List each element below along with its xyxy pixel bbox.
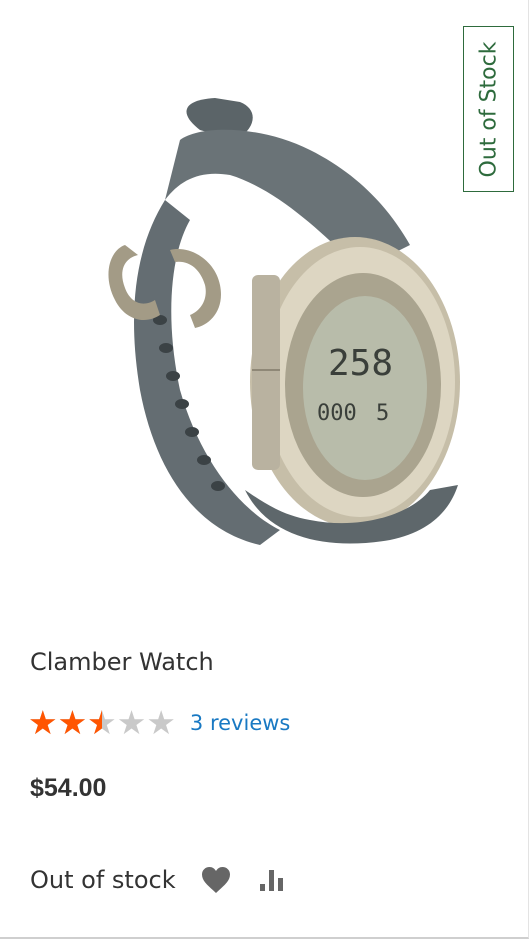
stars-fill: ★★★★★	[28, 705, 102, 741]
heart-icon[interactable]	[198, 862, 234, 898]
rating-stars: ★★★★★ ★★★★★	[28, 705, 176, 741]
svg-text:000: 000	[317, 401, 357, 426]
wishlist-heart-glyph	[201, 867, 230, 893]
reviews-link[interactable]: 3 reviews	[190, 711, 290, 735]
product-price: $54.00	[30, 774, 107, 802]
product-card: 258 000 5 Out of Stock Clamber Watch ★★★…	[0, 0, 529, 939]
product-name-link[interactable]: Clamber Watch	[30, 648, 214, 676]
out-of-stock-badge: Out of Stock	[463, 26, 514, 192]
rating-summary: ★★★★★ ★★★★★ 3 reviews	[28, 705, 290, 741]
bar-chart-icon[interactable]	[256, 862, 292, 898]
product-image[interactable]: 258 000 5	[30, 70, 505, 630]
svg-text:258: 258	[328, 343, 393, 384]
badge-label: Out of Stock	[476, 41, 501, 177]
watch-image: 258 000 5	[108, 98, 460, 545]
stock-status: Out of stock	[30, 866, 176, 894]
svg-text:5: 5	[376, 401, 389, 426]
product-actions: Out of stock	[30, 858, 292, 902]
compare-bars-glyph	[259, 870, 283, 891]
